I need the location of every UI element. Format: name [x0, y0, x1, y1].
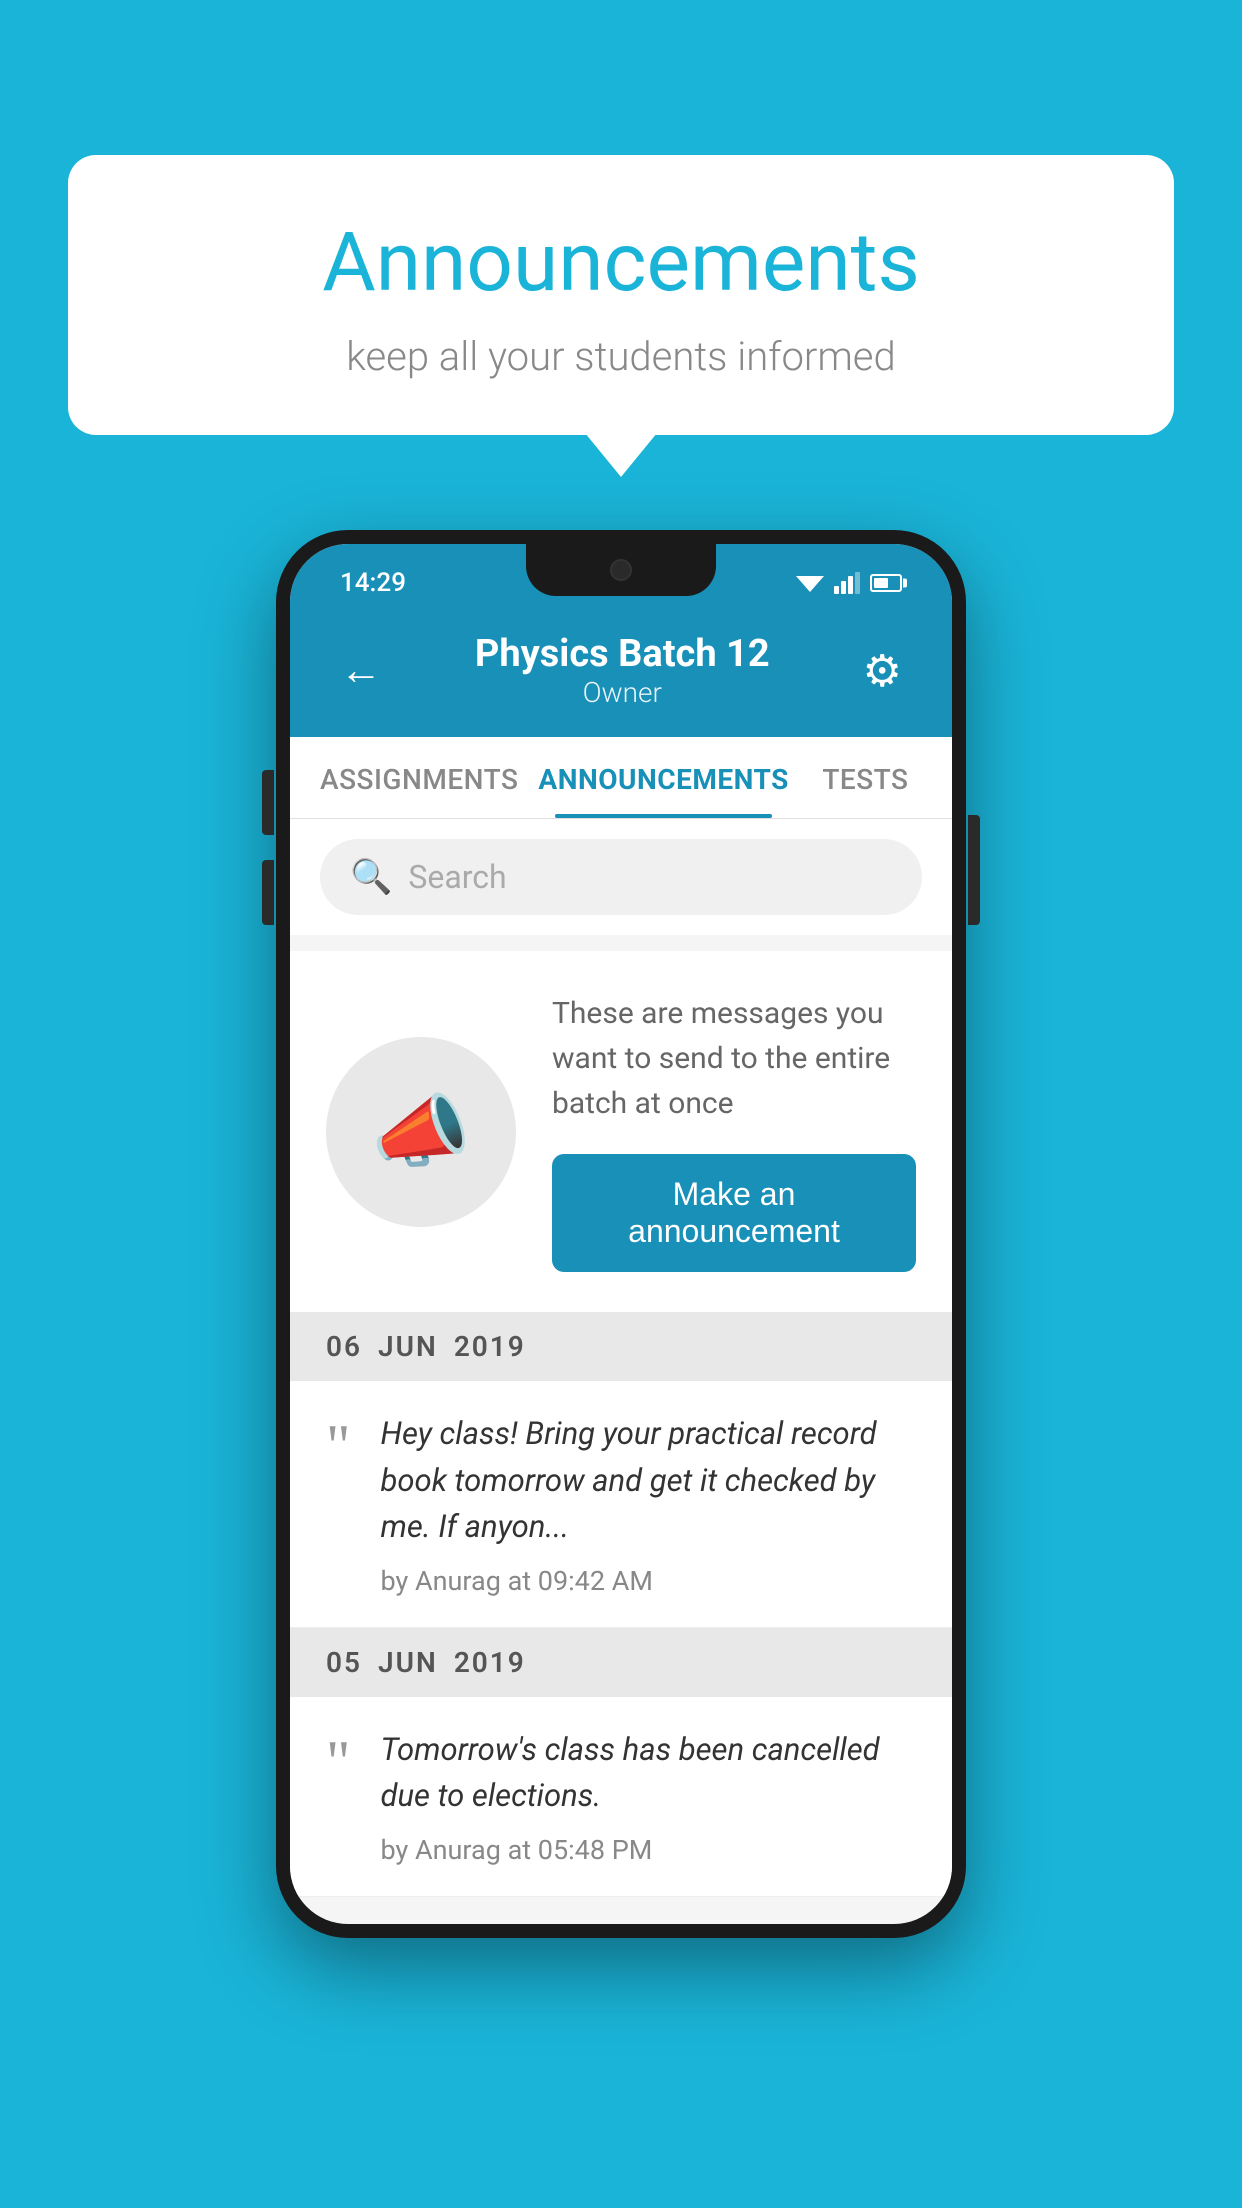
make-announcement-button[interactable]: Make an announcement	[552, 1154, 916, 1272]
phone-screen: 14:29	[290, 544, 952, 1924]
announcement-meta-2: by Anurag at 05:48 PM	[381, 1834, 917, 1866]
date-separator-2: 05 JUN 2019	[290, 1628, 952, 1697]
announcement-prompt-section: 📣 These are messages you want to send to…	[290, 951, 952, 1312]
date-year-2: 2019	[454, 1646, 526, 1679]
bubble-title: Announcements	[138, 215, 1104, 311]
search-section: 🔍 Search	[290, 819, 952, 935]
date-day-2: 05	[326, 1646, 362, 1679]
search-placeholder-text: Search	[408, 858, 506, 896]
volume-up-button	[262, 770, 274, 835]
wifi-icon	[796, 572, 824, 594]
announcement-item-1: " Hey class! Bring your practical record…	[290, 1381, 952, 1628]
date-month-2: JUN	[378, 1646, 438, 1679]
quote-icon-1: "	[326, 1411, 351, 1476]
announcement-text-2: Tomorrow's class has been cancelled due …	[381, 1727, 917, 1820]
prompt-content: These are messages you want to send to t…	[552, 991, 916, 1272]
signal-icon	[834, 572, 860, 594]
date-year-1: 2019	[454, 1330, 526, 1363]
search-icon: 🔍	[350, 857, 392, 897]
date-day-1: 06	[326, 1330, 362, 1363]
date-month-1: JUN	[378, 1330, 438, 1363]
app-header: ← Physics Batch 12 Owner ⚙	[290, 610, 952, 737]
status-time: 14:29	[340, 568, 406, 598]
phone-mockup: 14:29	[276, 530, 966, 1938]
batch-name: Physics Batch 12	[475, 632, 770, 676]
speech-bubble-section: Announcements keep all your students inf…	[68, 155, 1174, 435]
announcement-content-1: Hey class! Bring your practical record b…	[381, 1411, 917, 1597]
tab-assignments[interactable]: ASSIGNMENTS	[310, 737, 528, 818]
search-input[interactable]: 🔍 Search	[320, 839, 922, 915]
date-separator-1: 06 JUN 2019	[290, 1312, 952, 1381]
power-button	[968, 815, 980, 925]
megaphone-icon: 📣	[371, 1085, 471, 1179]
battery-icon	[870, 574, 902, 592]
back-button[interactable]: ←	[340, 646, 382, 695]
notch	[526, 544, 716, 596]
speech-bubble-card: Announcements keep all your students inf…	[68, 155, 1174, 435]
announcement-content-2: Tomorrow's class has been cancelled due …	[381, 1727, 917, 1866]
settings-icon[interactable]: ⚙	[863, 645, 902, 697]
megaphone-circle: 📣	[326, 1037, 516, 1227]
status-icons	[796, 572, 902, 594]
front-camera	[610, 559, 632, 581]
bubble-subtitle: keep all your students informed	[138, 333, 1104, 380]
tab-tests[interactable]: TESTS	[799, 737, 932, 818]
announcement-meta-1: by Anurag at 09:42 AM	[381, 1565, 917, 1597]
header-title-group: Physics Batch 12 Owner	[475, 632, 770, 709]
tab-announcements[interactable]: ANNOUNCEMENTS	[528, 737, 798, 818]
prompt-message: These are messages you want to send to t…	[552, 991, 916, 1126]
owner-role: Owner	[475, 676, 770, 709]
phone-frame: 14:29	[276, 530, 966, 1938]
tab-bar: ASSIGNMENTS ANNOUNCEMENTS TESTS	[290, 737, 952, 819]
announcement-text-1: Hey class! Bring your practical record b…	[381, 1411, 917, 1551]
volume-down-button	[262, 860, 274, 925]
announcement-item-2: " Tomorrow's class has been cancelled du…	[290, 1697, 952, 1897]
quote-icon-2: "	[326, 1727, 351, 1792]
